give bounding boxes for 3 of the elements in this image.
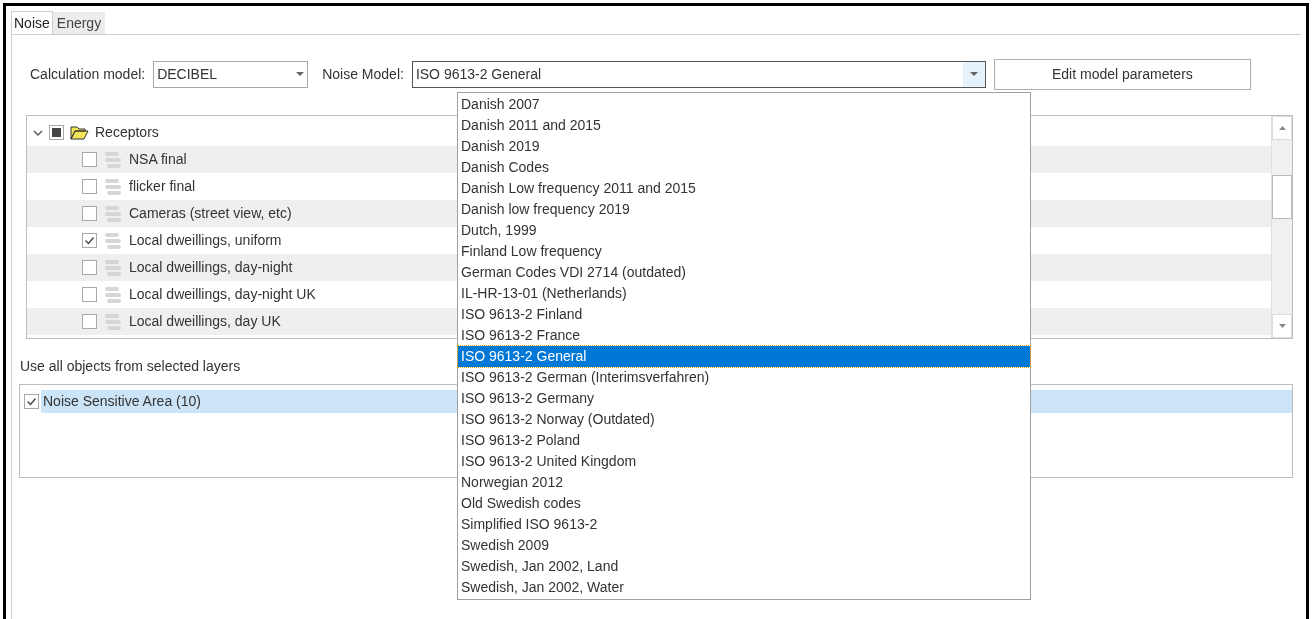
field-label: Calculation model: <box>30 64 146 84</box>
section-label: Use all objects from selected layers <box>20 357 241 376</box>
field-label: Noise Model: <box>322 64 404 84</box>
